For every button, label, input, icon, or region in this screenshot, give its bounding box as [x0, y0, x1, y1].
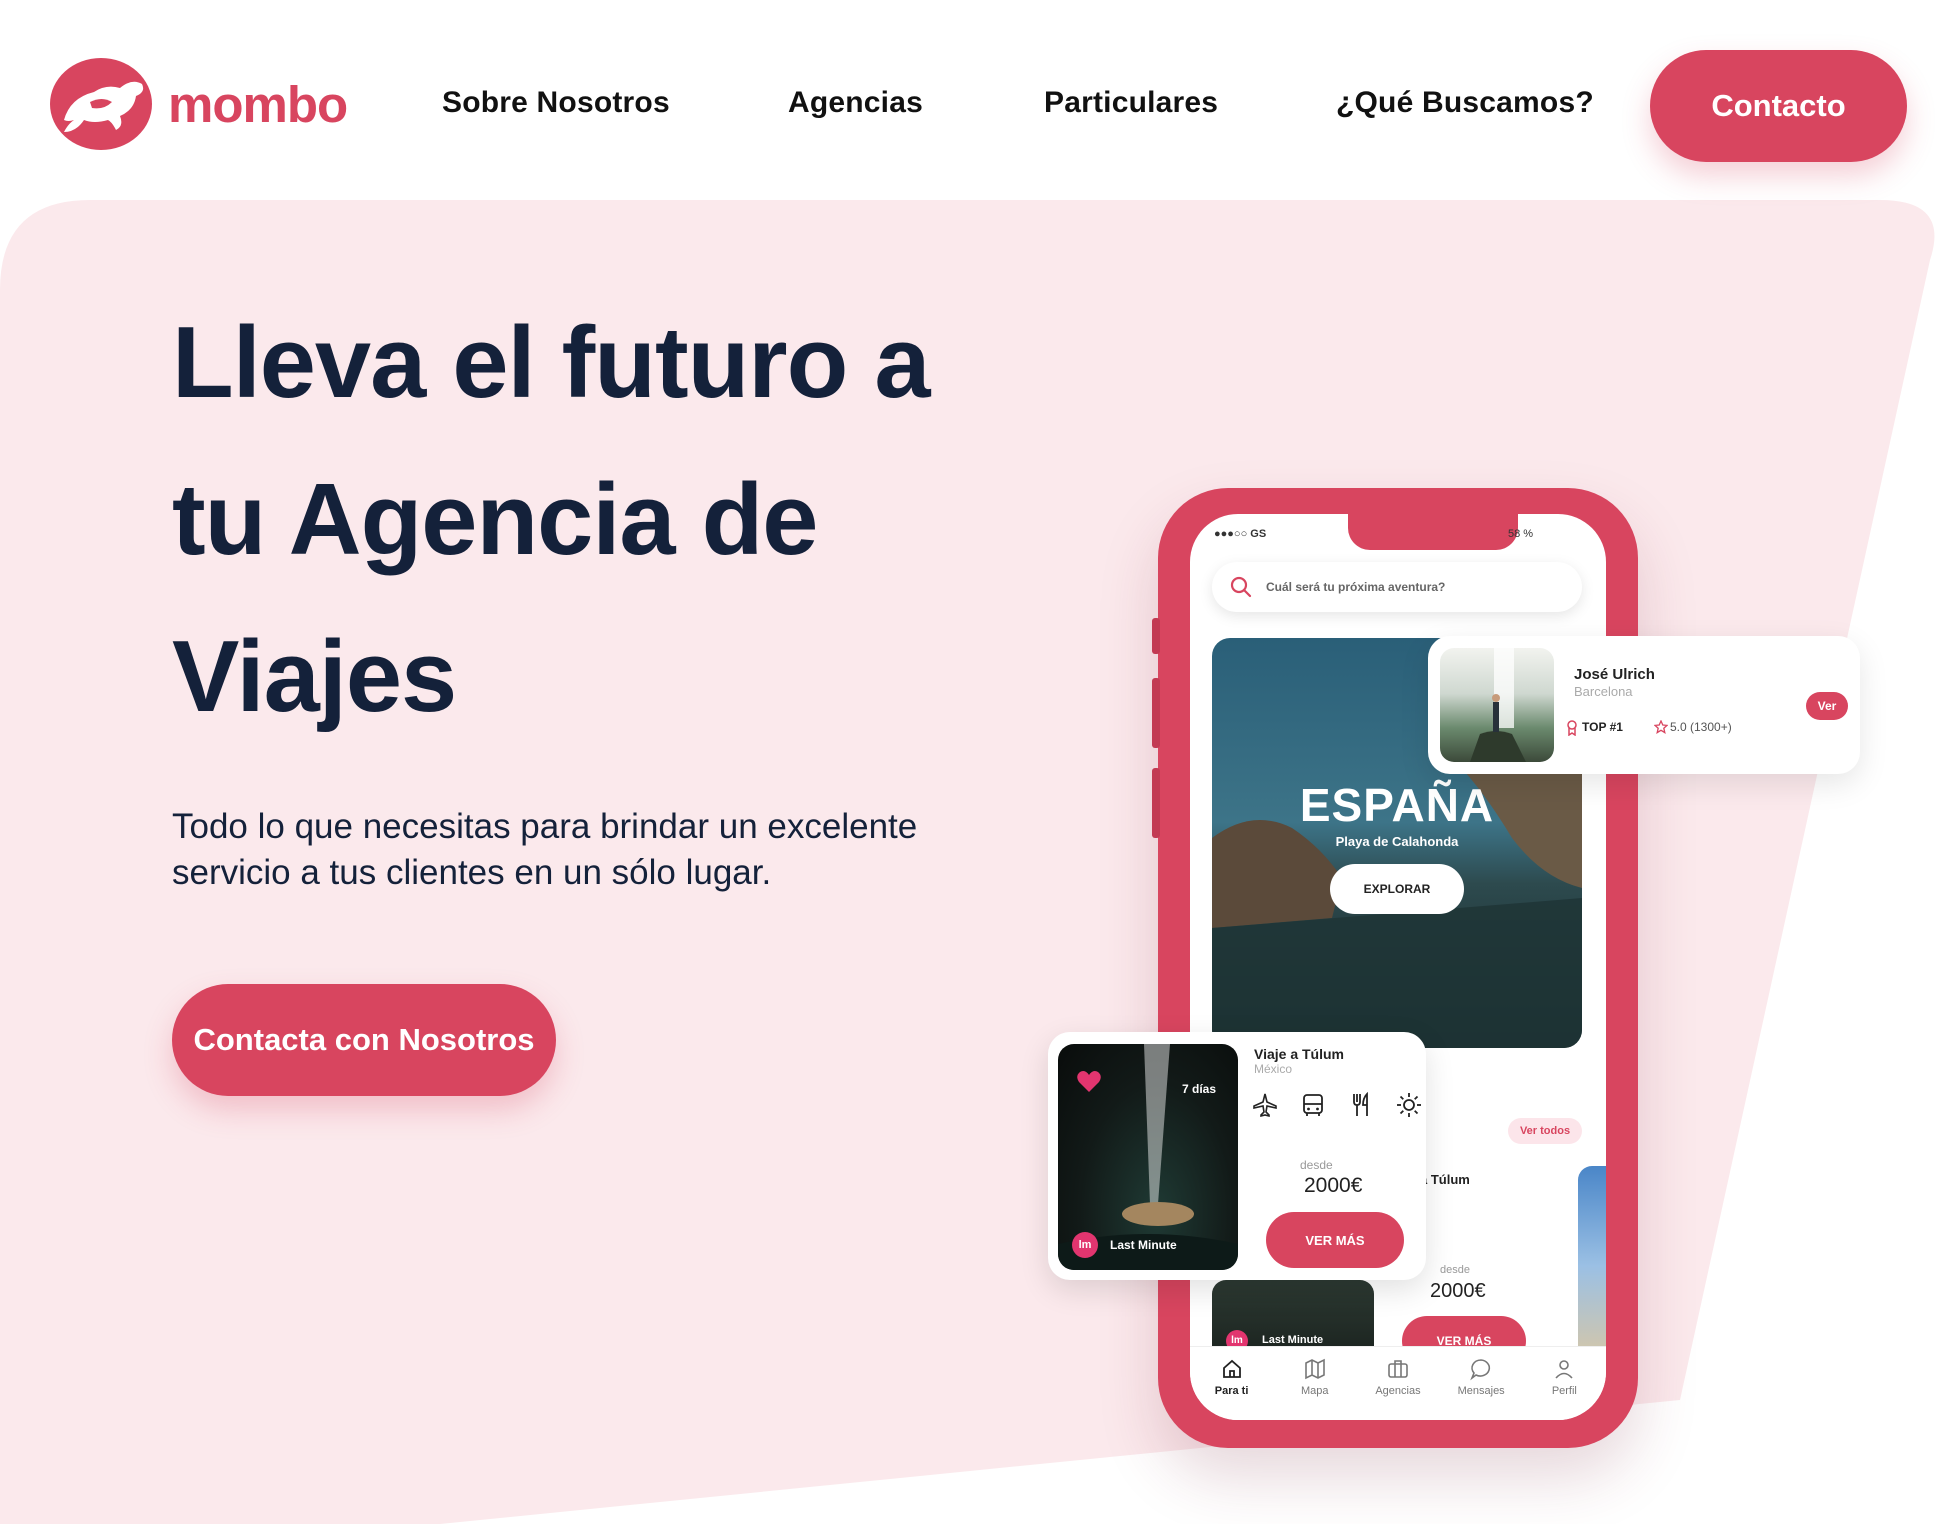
hero-title-line: tu Agencia de [172, 464, 818, 576]
hero-subtitle-line: servicio a tus clientes en un sólo lugar… [172, 853, 772, 892]
destination-subtitle: Playa de Calahonda [1335, 834, 1459, 849]
hero-subtitle-line: Todo lo que necesitas para brindar un ex… [172, 807, 918, 846]
phone-mockup: ●●●○○ GS 58 % Cuál será tu próxima avent… [1152, 488, 1638, 1448]
search-icon [1230, 576, 1252, 598]
turtle-icon [50, 58, 152, 150]
trip-from-label: desde [1300, 1158, 1333, 1172]
background-trip-price: 2000€ [1430, 1280, 1486, 1302]
destination-name: ESPAÑA [1299, 779, 1495, 831]
contact-button[interactable]: Contacto [1650, 50, 1907, 162]
view-agent-button[interactable]: Ver [1806, 692, 1848, 720]
nav-sobre-nosotros[interactable]: Sobre Nosotros [442, 86, 670, 120]
award-icon [1567, 720, 1577, 736]
chat-icon [1470, 1359, 1491, 1381]
last-minute-badge: Last Minute [1262, 1334, 1324, 1346]
nav-agencias[interactable]: Agencias [788, 86, 923, 120]
tab-mensajes[interactable]: Mensajes [1441, 1357, 1521, 1420]
trip-image: 7 días lm Last Minute [1058, 1044, 1238, 1270]
tab-perfil[interactable]: Perfil [1524, 1357, 1604, 1420]
app-tab-bar: Para ti Mapa Agencias Mensajes Perfil [1190, 1346, 1606, 1420]
map-icon [1304, 1358, 1325, 1380]
phone-side-button [1152, 768, 1160, 838]
trip-title: Viaje a Túlum [1254, 1046, 1344, 1062]
sun-icon [1397, 1093, 1421, 1117]
next-trip-image [1578, 1166, 1606, 1366]
briefcase-icon [1388, 1360, 1408, 1378]
hero-title: Lleva el futuro a tu Agencia de Viajes [172, 285, 1072, 756]
trip-duration: 7 días [1182, 1082, 1217, 1096]
background-trip-title: a Túlum [1420, 1172, 1470, 1187]
trip-price: 2000€ [1304, 1174, 1363, 1197]
tab-mapa[interactable]: Mapa [1275, 1357, 1355, 1420]
trip-card[interactable]: 7 días lm Last Minute Viaje a Túlum Méxi… [1048, 1032, 1426, 1280]
app-search-bar[interactable]: Cuál será tu próxima aventura? [1212, 562, 1582, 612]
bus-icon [1303, 1094, 1323, 1116]
agent-rank: TOP #1 [1582, 720, 1623, 734]
plane-icon [1253, 1093, 1277, 1118]
tab-agencias[interactable]: Agencias [1358, 1357, 1438, 1420]
cutlery-icon [1353, 1092, 1368, 1116]
agent-card[interactable]: José Ulrich Barcelona TOP #1 5.0 (1300+)… [1428, 636, 1860, 774]
phone-notch [1348, 514, 1518, 550]
agent-city: Barcelona [1574, 684, 1633, 699]
tab-label: Perfil [1551, 1385, 1577, 1397]
trip-country: México [1254, 1062, 1293, 1076]
contact-us-button[interactable]: Contacta con Nosotros [172, 984, 556, 1096]
status-battery: 58 % [1508, 528, 1534, 540]
see-all-link[interactable]: Ver todos [1508, 1118, 1582, 1144]
search-placeholder: Cuál será tu próxima aventura? [1266, 580, 1446, 594]
agent-rating: 5.0 (1300+) [1670, 720, 1732, 734]
phone-side-button [1152, 618, 1160, 654]
logo[interactable]: mombo [50, 58, 348, 150]
last-minute-icon: lm [1072, 1232, 1098, 1258]
phone-side-button [1152, 678, 1160, 748]
nav-particulares[interactable]: Particulares [1044, 86, 1218, 120]
tab-para-ti[interactable]: Para ti [1192, 1357, 1272, 1420]
home-icon [1222, 1359, 1241, 1378]
agent-photo [1440, 648, 1554, 762]
background-trip-from-label: desde [1440, 1264, 1470, 1276]
brand-name: mombo [168, 75, 348, 133]
agent-name: José Ulrich [1574, 666, 1655, 683]
hero-subtitle: Todo lo que necesitas para brindar un ex… [172, 804, 972, 896]
explore-button[interactable]: EXPLORAR [1330, 864, 1464, 914]
star-icon [1654, 720, 1668, 734]
nav-que-buscamos[interactable]: ¿Qué Buscamos? [1336, 86, 1594, 120]
trip-amenities [1252, 1092, 1422, 1118]
heart-icon[interactable] [1076, 1070, 1102, 1094]
last-minute-badge: Last Minute [1110, 1238, 1177, 1252]
view-more-button[interactable]: VER MÁS [1266, 1212, 1404, 1268]
hero-title-line: Viajes [172, 621, 457, 733]
user-icon [1555, 1360, 1573, 1379]
tab-label: Agencias [1375, 1385, 1421, 1397]
tab-label: Para ti [1214, 1385, 1249, 1397]
hero-title-line: Lleva el futuro a [172, 307, 931, 419]
tab-label: Mapa [1301, 1385, 1329, 1397]
status-carrier: ●●●○○ GS [1214, 528, 1267, 540]
site-header: mombo Sobre Nosotros Agencias Particular… [0, 0, 1946, 200]
tab-label: Mensajes [1457, 1385, 1505, 1397]
